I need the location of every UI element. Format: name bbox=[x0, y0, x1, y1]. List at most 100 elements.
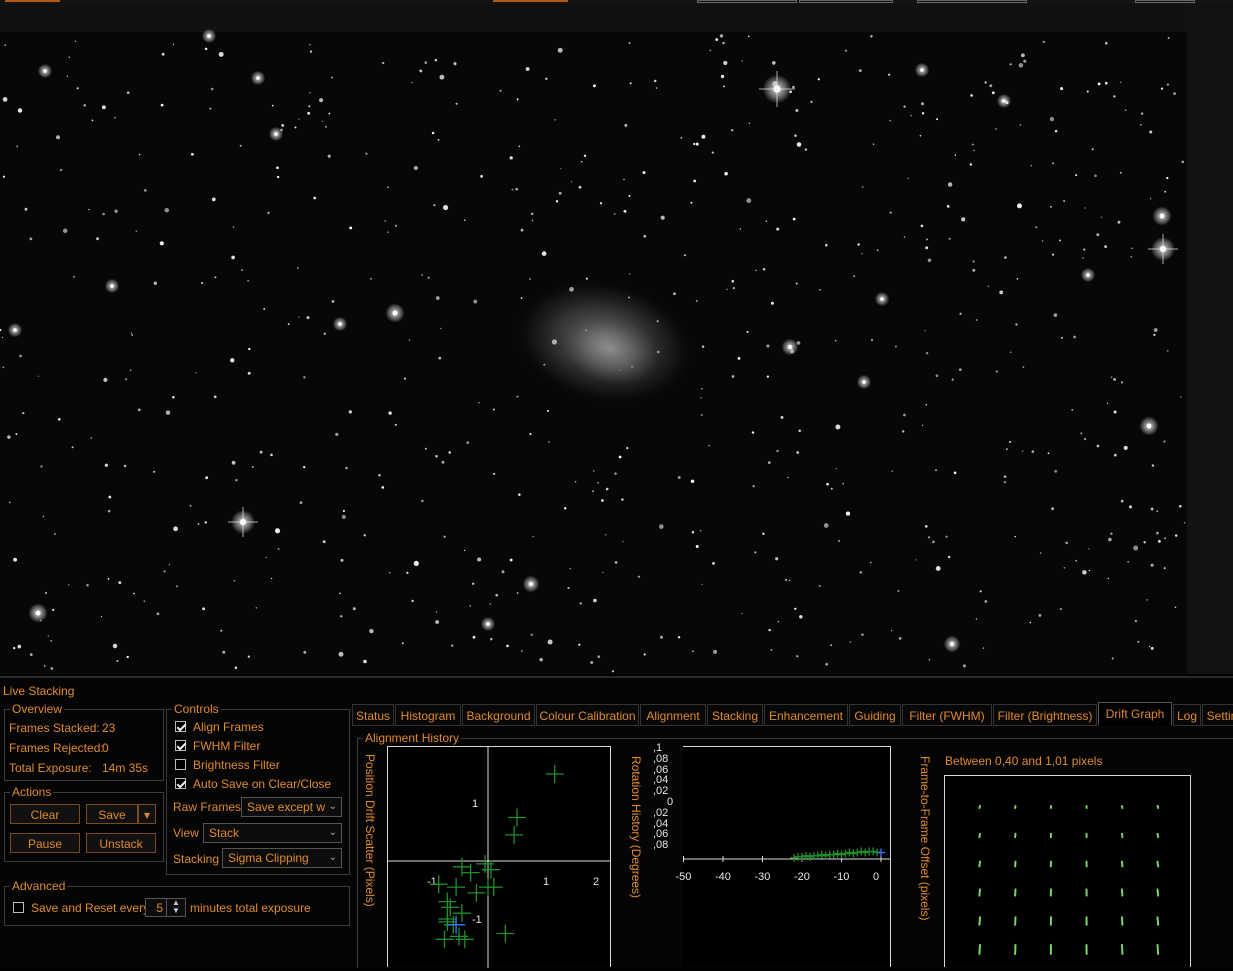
star bbox=[580, 602, 582, 604]
toolbar-field[interactable] bbox=[697, 0, 797, 3]
offset-arrow bbox=[979, 862, 980, 867]
clear-button[interactable]: Clear bbox=[10, 804, 80, 824]
star bbox=[365, 153, 367, 155]
star bbox=[310, 50, 312, 52]
star bbox=[435, 59, 438, 62]
star bbox=[1061, 337, 1063, 339]
stacked-image-view[interactable] bbox=[0, 4, 1187, 674]
tab-settin[interactable]: Settin bbox=[1202, 704, 1233, 726]
star bbox=[794, 608, 796, 610]
star bbox=[643, 171, 646, 174]
tab-background[interactable]: Background bbox=[462, 704, 535, 726]
star bbox=[903, 414, 906, 417]
toolbar-field[interactable] bbox=[1135, 0, 1195, 3]
star bbox=[702, 584, 703, 585]
star bbox=[908, 178, 909, 179]
star bbox=[73, 276, 75, 278]
star bbox=[792, 86, 795, 89]
tab-histogram[interactable]: Histogram bbox=[395, 704, 461, 726]
star bbox=[1017, 278, 1019, 280]
data-point bbox=[861, 849, 869, 857]
star bbox=[936, 566, 941, 571]
star bbox=[1161, 87, 1163, 89]
star bbox=[810, 101, 812, 103]
star bbox=[1133, 546, 1138, 551]
save-reset-checkbox[interactable] bbox=[13, 902, 24, 913]
star bbox=[477, 558, 481, 562]
star bbox=[232, 461, 236, 465]
star bbox=[212, 198, 216, 202]
tab-log[interactable]: Log bbox=[1173, 704, 1201, 726]
minutes-stepper[interactable]: 5 ▲▼ bbox=[145, 898, 186, 917]
bright-star bbox=[110, 284, 114, 288]
star bbox=[1111, 377, 1112, 378]
save-button[interactable]: Save bbox=[86, 804, 138, 824]
rotation-x-tick-label: -20 bbox=[794, 871, 810, 883]
star bbox=[1121, 500, 1124, 503]
toolbar-field[interactable] bbox=[917, 0, 1027, 3]
bright-star bbox=[207, 34, 211, 38]
star bbox=[579, 186, 582, 189]
fwhm-filter-checkbox[interactable] bbox=[175, 740, 186, 751]
raw-frames-select[interactable]: Save except w⌄ bbox=[241, 797, 342, 817]
tab-colour-calibration[interactable]: Colour Calibration bbox=[536, 704, 639, 726]
tab-filter-brightness[interactable]: Filter (Brightness) bbox=[993, 704, 1097, 726]
tab-drift-graph[interactable]: Drift Graph bbox=[1098, 702, 1172, 726]
star bbox=[701, 388, 702, 389]
star bbox=[1164, 567, 1166, 569]
star bbox=[947, 205, 950, 208]
star bbox=[169, 564, 170, 565]
view-select[interactable]: Stack⌄ bbox=[203, 823, 342, 843]
star bbox=[723, 86, 725, 88]
stacking-select[interactable]: Sigma Clipping⌄ bbox=[222, 848, 342, 868]
star bbox=[331, 77, 333, 79]
star bbox=[1143, 541, 1146, 544]
star bbox=[532, 220, 533, 221]
star bbox=[438, 139, 440, 141]
star bbox=[988, 286, 990, 288]
pause-button[interactable]: Pause bbox=[10, 833, 80, 853]
auto-save-checkbox[interactable] bbox=[175, 778, 186, 789]
tab-guiding[interactable]: Guiding bbox=[849, 704, 901, 726]
toolbar-button[interactable] bbox=[5, 0, 60, 2]
star bbox=[1054, 313, 1058, 317]
tab-filter-fwhm[interactable]: Filter (FWHM) bbox=[902, 704, 992, 726]
star bbox=[464, 550, 465, 551]
tab-enhancement[interactable]: Enhancement bbox=[764, 704, 848, 726]
tab-status[interactable]: Status bbox=[352, 704, 394, 726]
stepper-arrows-icon[interactable]: ▲▼ bbox=[166, 899, 185, 916]
star bbox=[746, 331, 748, 333]
star bbox=[276, 166, 279, 169]
star bbox=[1127, 561, 1129, 563]
toolbar-field[interactable] bbox=[799, 0, 893, 3]
data-point bbox=[818, 851, 826, 859]
star bbox=[195, 372, 196, 373]
offset-arrow bbox=[1158, 945, 1159, 954]
panel-title: Live Stacking bbox=[3, 684, 74, 698]
star bbox=[263, 308, 265, 310]
star bbox=[738, 357, 741, 360]
star bbox=[56, 135, 60, 139]
toolbar-button[interactable] bbox=[493, 0, 568, 2]
star bbox=[826, 483, 829, 486]
star bbox=[307, 316, 310, 319]
star bbox=[235, 479, 237, 481]
brightness-filter-checkbox[interactable] bbox=[175, 759, 186, 770]
star bbox=[857, 243, 859, 245]
star bbox=[214, 276, 216, 278]
tab-stacking[interactable]: Stacking bbox=[707, 704, 763, 726]
star bbox=[614, 472, 617, 475]
align-frames-checkbox[interactable] bbox=[175, 721, 186, 732]
unstack-button[interactable]: Unstack bbox=[86, 833, 156, 853]
star bbox=[915, 559, 916, 560]
save-dropdown-button[interactable]: ▾ bbox=[138, 804, 156, 824]
star bbox=[235, 666, 238, 669]
star bbox=[490, 638, 493, 641]
star bbox=[654, 80, 656, 82]
star bbox=[963, 664, 966, 667]
star bbox=[948, 182, 953, 187]
tab-alignment[interactable]: Alignment bbox=[640, 704, 706, 726]
star bbox=[25, 208, 28, 211]
star bbox=[700, 530, 702, 532]
star bbox=[601, 499, 604, 502]
